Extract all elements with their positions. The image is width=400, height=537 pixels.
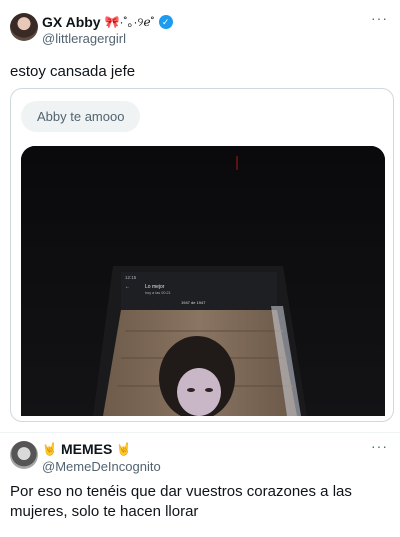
phone-chat-title: Lo mejor: [145, 284, 165, 290]
more-icon[interactable]: ···: [371, 438, 388, 454]
verified-badge-icon: ✓: [158, 14, 173, 29]
rock-hand-emoji: 🤘: [42, 442, 57, 456]
phone-status-time: 12:15: [125, 275, 137, 280]
phone-chat-subtitle: hoy a las 00:21: [145, 291, 171, 295]
quoted-media-card[interactable]: Abby te amooo 12:15 ← Lo mejor hoy a las…: [10, 88, 394, 422]
svg-text:←: ←: [125, 284, 130, 290]
avatar[interactable]: [10, 13, 38, 41]
tweet-text: estoy cansada jefe: [10, 63, 136, 80]
author-name-row[interactable]: 🤘 MEMES 🤘: [42, 441, 131, 457]
phone-chat-chip: 1947 de 1947: [181, 300, 206, 305]
phone-photo: 12:15 ← Lo mejor hoy a las 00:21 1947 de…: [21, 146, 385, 416]
photo[interactable]: 12:15 ← Lo mejor hoy a las 00:21 1947 de…: [21, 146, 385, 416]
handle[interactable]: @MemeDeIncognito: [42, 459, 161, 474]
author-name-row[interactable]: GX Abby 🎀·˚｡·୨ℯ˚ ✓: [42, 13, 173, 30]
tweet[interactable]: GX Abby 🎀·˚｡·୨ℯ˚ ✓ @littleragergirl ··· …: [0, 0, 400, 430]
caption-bubble: Abby te amooo: [21, 101, 141, 132]
avatar[interactable]: [10, 441, 38, 469]
display-name[interactable]: GX Abby: [42, 14, 101, 30]
handle[interactable]: @littleragergirl: [42, 31, 126, 46]
rock-hand-emoji: 🤘: [116, 442, 132, 456]
reply-text: Por eso no tenéis que dar vuestros coraz…: [10, 483, 352, 520]
more-icon[interactable]: ···: [371, 10, 388, 26]
name-decoration: 🎀·˚｡·୨ℯ˚: [104, 15, 155, 29]
display-name[interactable]: MEMES: [61, 441, 112, 457]
